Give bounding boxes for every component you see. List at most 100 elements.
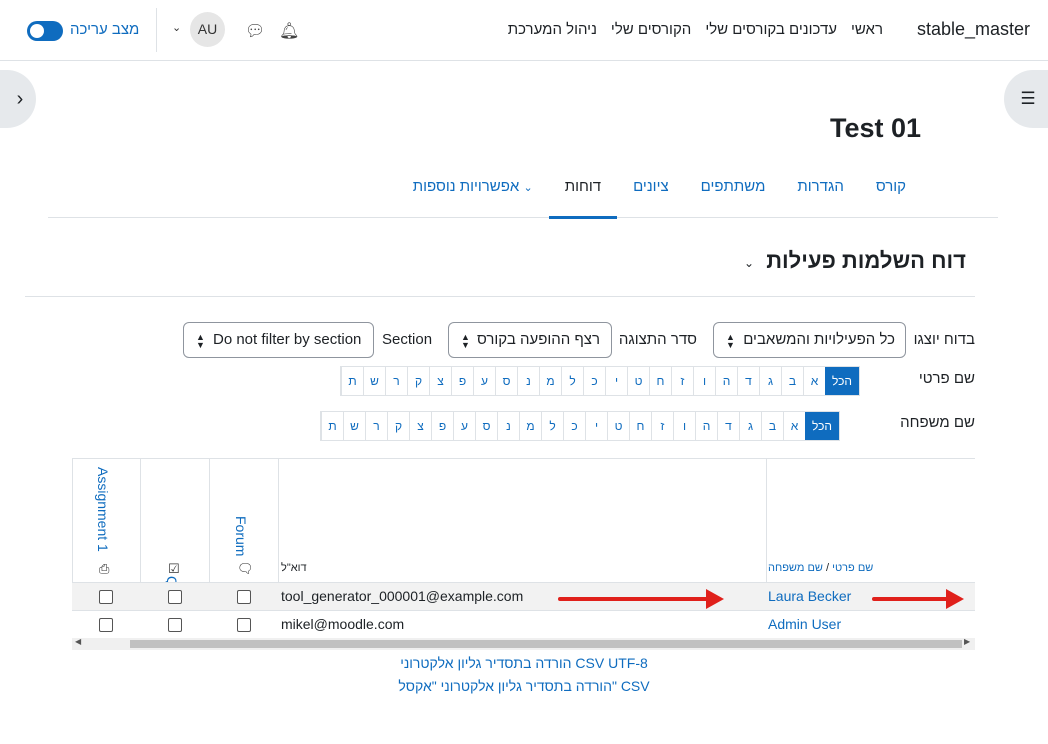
activity-header-quiz[interactable]: Quiz ☑ — [141, 458, 210, 605]
firstname-initial-letter[interactable]: ו — [693, 367, 715, 395]
firstname-initial-letter[interactable]: ט — [627, 367, 649, 395]
tab-more[interactable]: אפשרויות נוספות ⌄ — [397, 168, 549, 218]
firstname-initial-letter[interactable]: כ — [583, 367, 605, 395]
chevron-right-icon: › — [16, 87, 24, 110]
nav-item-my-courses[interactable]: הקורסים שלי — [611, 21, 691, 38]
activity-header-forum[interactable]: Forum 🗨︎ — [210, 458, 279, 582]
sort-by-firstname-link[interactable]: שם פרטי — [832, 562, 873, 574]
user-email: mikel@moodle.com — [281, 616, 405, 632]
lastname-initial-letter[interactable]: ד — [717, 412, 739, 440]
lastname-initial-letter[interactable]: נ — [497, 412, 519, 440]
site-brand[interactable]: stable_master — [917, 19, 1030, 40]
download-csv-utf8-link[interactable]: הורדה בתסדיר גליון אלקטרוני CSV UTF-8 — [0, 655, 1048, 671]
firstname-initial-letter[interactable]: ת — [341, 367, 363, 395]
order-label: סדר התצוגה — [618, 331, 697, 348]
scrollbar-thumb[interactable] — [130, 640, 962, 648]
lastname-initial-letter[interactable]: ב — [761, 412, 783, 440]
activity-name-forum[interactable]: Forum — [233, 506, 249, 556]
firstname-initial-letter[interactable]: ד — [737, 367, 759, 395]
open-block-drawer-button[interactable]: ☰ — [1004, 70, 1048, 128]
sort-by-lastname-link[interactable]: שם משפחה — [768, 562, 823, 574]
activity-header-assignment[interactable]: Assignment 1 ⎙ — [72, 458, 141, 582]
messages-chat-icon[interactable]: 💬︎ — [245, 21, 265, 41]
firstname-initial-letter[interactable]: צ — [429, 367, 451, 395]
firstname-initial-letter[interactable]: ס — [495, 367, 517, 395]
include-filter-label: בדוח יוצגו — [913, 331, 975, 348]
lastname-initial-letter[interactable]: ז — [651, 412, 673, 440]
firstname-initial-letter[interactable]: פ — [451, 367, 473, 395]
firstname-initial-letter[interactable]: ל — [561, 367, 583, 395]
order-select[interactable]: ▲ ▼ רצף ההופעה בקורס — [448, 322, 612, 358]
lastname-initial-letter[interactable]: י — [585, 412, 607, 440]
firstname-initial-letter[interactable]: ה — [715, 367, 737, 395]
tab-participants[interactable]: משתתפים — [685, 168, 782, 218]
tab-reports[interactable]: דוחות — [548, 168, 618, 219]
lastname-initial-letter[interactable]: ע — [453, 412, 475, 440]
assignment-completion-checkbox[interactable] — [99, 618, 113, 632]
select-arrows-icon: ▲ ▼ — [461, 332, 470, 350]
lastname-initial-letter[interactable]: ה — [695, 412, 717, 440]
lastname-initial-all[interactable]: הכל — [805, 412, 839, 440]
open-course-index-button[interactable]: › — [0, 70, 36, 128]
firstname-initial-letter[interactable]: ר — [385, 367, 407, 395]
firstname-initial-letter[interactable]: א — [803, 367, 825, 395]
list-icon: ☰ — [1020, 89, 1036, 108]
lastname-initial-letter[interactable]: ג — [739, 412, 761, 440]
activity-name-assignment[interactable]: Assignment 1 — [95, 462, 111, 552]
lastname-initial-letter[interactable]: ח — [629, 412, 651, 440]
firstname-initial-letter[interactable]: נ — [517, 367, 539, 395]
firstname-initial-letter[interactable]: ק — [407, 367, 429, 395]
lastname-initial-letter[interactable]: א — [783, 412, 805, 440]
email-column-header: דוא"ל — [281, 562, 307, 574]
edit-mode-toggle[interactable] — [27, 21, 63, 41]
lastname-initial-letter[interactable]: ל — [541, 412, 563, 440]
tab-grades[interactable]: ציונים — [617, 168, 685, 218]
firstname-initial-letter[interactable]: ח — [649, 367, 671, 395]
nav-item-course-updates[interactable]: עדכונים בקורסים שלי — [705, 21, 837, 38]
lastname-initial-letter[interactable]: ר — [365, 412, 387, 440]
lastname-initial-letter[interactable]: פ — [431, 412, 453, 440]
download-csv-excel-text[interactable]: הורדה בתסדיר גליון אלקטרוני "אקסל" CSV — [398, 678, 649, 694]
report-selector-chevron-icon[interactable]: ⌄ — [744, 256, 754, 270]
user-avatar[interactable]: AU — [190, 12, 225, 47]
include-activities-select[interactable]: ▲ ▼ כל הפעילויות והמשאבים — [713, 322, 906, 358]
firstname-initial-letter[interactable]: ב — [781, 367, 803, 395]
firstname-initial-letter[interactable]: ע — [473, 367, 495, 395]
scroll-right-arrow-icon[interactable]: ▶ — [964, 637, 970, 646]
firstname-initial-letter[interactable]: מ — [539, 367, 561, 395]
annotation-arrow — [872, 589, 964, 609]
user-name-link[interactable]: Laura Becker — [768, 588, 851, 604]
firstname-initial-letter[interactable]: ש — [363, 367, 385, 395]
lastname-initial-letter[interactable]: ס — [475, 412, 497, 440]
download-csv-excel-link[interactable]: הורדה בתסדיר גליון אלקטרוני "אקסל" CSV — [0, 678, 1048, 694]
nav-item-site-admin[interactable]: ניהול המערכת — [508, 21, 597, 38]
quiz-completion-checkbox[interactable] — [168, 618, 182, 632]
lastname-initial-letter[interactable]: ת — [321, 412, 343, 440]
lastname-initial-letter[interactable]: ט — [607, 412, 629, 440]
firstname-initial-letter[interactable]: י — [605, 367, 627, 395]
assignment-completion-checkbox[interactable] — [99, 590, 113, 604]
lastname-initial-letter[interactable]: צ — [409, 412, 431, 440]
nav-item-home[interactable]: ראשי — [851, 21, 883, 38]
lastname-initial-letter[interactable]: ש — [343, 412, 365, 440]
lastname-initial-letter[interactable]: כ — [563, 412, 585, 440]
firstname-initial-all[interactable]: הכל — [825, 367, 859, 395]
user-name-link[interactable]: Admin User — [768, 616, 841, 632]
chevron-down-icon[interactable]: ⌄ — [172, 21, 181, 34]
quiz-completion-checkbox[interactable] — [168, 590, 182, 604]
section-select[interactable]: ▲ ▼ Do not filter by section — [183, 322, 374, 358]
firstname-initial-letter[interactable]: ג — [759, 367, 781, 395]
forum-icon: 🗨︎ — [237, 561, 254, 576]
scroll-left-arrow-icon[interactable]: ◀ — [75, 637, 81, 646]
lastname-initial-letter[interactable]: ו — [673, 412, 695, 440]
forum-completion-checkbox[interactable] — [237, 618, 251, 632]
tab-course[interactable]: קורס — [860, 168, 922, 218]
forum-completion-checkbox[interactable] — [237, 590, 251, 604]
lastname-initial-letter[interactable]: ק — [387, 412, 409, 440]
download-csv-utf8-text[interactable]: הורדה בתסדיר גליון אלקטרוני CSV UTF-8 — [400, 655, 648, 671]
firstname-initial-letter[interactable]: ז — [671, 367, 693, 395]
page-title: Test 01 — [829, 113, 921, 143]
tab-settings[interactable]: הגדרות — [781, 168, 859, 218]
lastname-initial-letter[interactable]: מ — [519, 412, 541, 440]
notifications-bell-icon[interactable]: 🔔︎ — [279, 21, 299, 41]
